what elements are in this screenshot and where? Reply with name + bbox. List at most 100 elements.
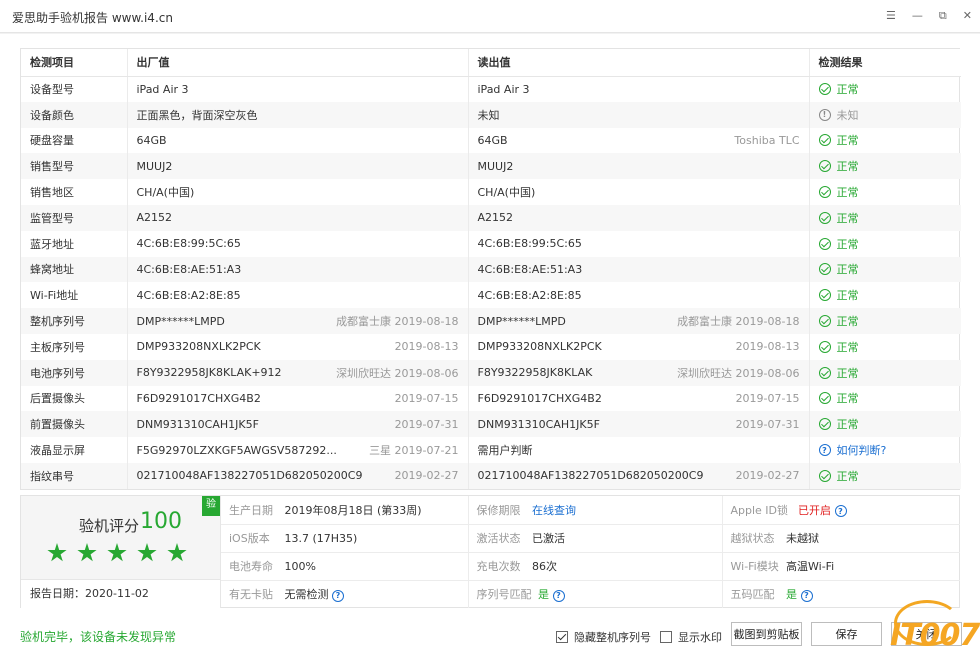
- device-info-table: 生产日期 2019年08月18日 (第33周) 保修期限 在线查询 Apple …: [221, 496, 960, 608]
- info-key: 电池寿命: [229, 560, 273, 573]
- table-row: 销售地区 CH/A(中国) CH/A(中国) 正常: [21, 179, 961, 205]
- cell-factory-sub: 深圳欣旺达 2019-08-06: [336, 366, 459, 380]
- save-button[interactable]: 保存: [811, 622, 882, 646]
- cell-item: 设备颜色: [21, 101, 128, 128]
- cell-read-sub: 2019-08-13: [735, 340, 800, 354]
- cell-read: 需用户判断: [477, 444, 533, 458]
- cell-item: 销售地区: [21, 179, 128, 205]
- cell-factory: 4C:6B:E8:99:5C:65: [136, 237, 241, 251]
- cell-factory: 64GB: [136, 133, 167, 147]
- star-icon: [107, 543, 127, 562]
- cell-read: 4C:6B:E8:A2:8E:85: [477, 288, 582, 302]
- cell-factory: 4C:6B:E8:AE:51:A3: [136, 262, 242, 276]
- restore-icon[interactable]: ⧉: [939, 9, 947, 23]
- table-header-row: 检测项目 出厂值 读出值 检测结果: [21, 49, 961, 77]
- question-circle-icon[interactable]: ?: [818, 444, 831, 457]
- info-key: Apple ID锁: [730, 503, 789, 517]
- table-row: 液晶显示屏 F5G92970LZXKGF5AWGSV587292... 三星 201…: [21, 437, 961, 463]
- cell-read-sub: 2019-02-27: [735, 469, 800, 483]
- cell-read: DNM931310CAH1JK5F: [477, 417, 600, 431]
- info-key: 五码匹配: [730, 588, 775, 602]
- result-message: 验机完毕，该设备未发现异常: [20, 630, 177, 644]
- cell-factory: MUUJ2: [136, 159, 173, 173]
- jailbreak-status: 未越狱: [786, 532, 819, 545]
- cell-item: 整机序列号: [21, 308, 128, 334]
- check-circle-icon: [818, 263, 831, 276]
- info-row: 电池寿命 100% 充电次数 86次 Wi-Fi模块 高温Wi-Fi: [221, 552, 960, 581]
- cell-result: 正常: [836, 340, 859, 354]
- cell-factory: DNM931310CAH1JK5F: [136, 417, 259, 431]
- cell-read-sub: 成都富士康 2019-08-18: [677, 315, 800, 329]
- cell-result: 正常: [836, 263, 859, 277]
- cell-factory: F6D9291017CHXG4B2: [136, 391, 261, 405]
- cell-read: 64GB: [477, 133, 508, 147]
- help-icon[interactable]: ?: [332, 589, 344, 602]
- cell-result: 正常: [836, 237, 859, 251]
- help-icon[interactable]: ?: [834, 505, 847, 518]
- cell-item: 前置摄像头: [21, 411, 128, 438]
- cell-item: 电池序列号: [21, 359, 128, 386]
- score-label: 验机评分: [79, 517, 140, 535]
- cell-factory: 4C:6B:E8:A2:8E:85: [136, 288, 241, 302]
- checkbox-checked-icon[interactable]: [556, 631, 568, 643]
- table-row: 主板序列号 DMP933208NXLK2PCK 2019-08-13 DMP93320…: [21, 333, 961, 360]
- hide-serial-label: 隐藏整机序列号: [574, 631, 651, 644]
- cell-item: 液晶显示屏: [21, 437, 128, 463]
- score-box: 验机评分 100 验: [21, 496, 221, 580]
- watermark-checkbox[interactable]: 显示水印: [660, 629, 722, 645]
- cell-read: 4C:6B:E8:99:5C:65: [477, 237, 582, 251]
- help-icon[interactable]: ?: [800, 589, 813, 602]
- minimize-icon[interactable]: —: [912, 9, 923, 23]
- check-circle-icon: [818, 392, 831, 405]
- cell-read: F6D9291017CHXG4B2: [477, 391, 602, 405]
- info-key: 有无卡贴: [229, 588, 273, 602]
- table-row: 监管型号 A2152 A2152 正常: [21, 204, 961, 231]
- cell-factory-sub: 成都富士康 2019-08-18: [336, 315, 459, 329]
- cell-read-sub: 深圳欣旺达 2019-08-06: [677, 366, 800, 380]
- fivecode-match: 是: [786, 588, 797, 602]
- summary-panel: 验机评分 100 验 报告日期：2020-11-02 生产日期 2019年08月…: [20, 495, 960, 608]
- cell-factory-sub: 2019-08-13: [394, 340, 459, 354]
- cell-result: 正常: [836, 315, 859, 329]
- cell-factory-sub: 三星 2019-07-21: [369, 444, 459, 458]
- screenshot-button[interactable]: 截图到剪贴板: [731, 622, 802, 646]
- close-icon[interactable]: ✕: [963, 9, 972, 23]
- checkbox-icon[interactable]: [660, 631, 672, 643]
- cell-item: 设备型号: [21, 76, 128, 102]
- check-circle-icon: [818, 186, 831, 199]
- table-row: 设备颜色 正面黑色，背面深空灰色 未知! 未知: [21, 101, 961, 128]
- cell-read: DMP******LMPD: [477, 314, 566, 328]
- cell-result[interactable]: 如何判断?: [837, 442, 887, 458]
- cell-factory: iPad Air 3: [136, 82, 189, 96]
- help-icon[interactable]: ?: [552, 589, 565, 602]
- hide-serial-checkbox[interactable]: 隐藏整机序列号: [556, 629, 651, 645]
- info-key: 生产日期: [229, 503, 273, 517]
- check-circle-icon: [818, 418, 831, 431]
- cell-result: 正常: [836, 83, 859, 97]
- info-key: Wi-Fi模块: [730, 560, 779, 573]
- cell-factory-sub: 2019-07-15: [394, 391, 459, 405]
- warranty-link[interactable]: 在线查询: [532, 504, 576, 517]
- table-row: 销售型号 MUUJ2 MUUJ2 正常: [21, 153, 961, 180]
- cell-factory-sub: 2019-02-27: [394, 469, 459, 483]
- cell-read: iPad Air 3: [477, 82, 530, 96]
- header-factory: 出厂值: [127, 49, 469, 77]
- cell-result: 正常: [836, 186, 859, 200]
- cell-item: 主板序列号: [21, 333, 128, 360]
- cell-read-sub: Toshiba TLC: [734, 133, 800, 147]
- logo-text: IT007: [890, 618, 980, 653]
- info-row: iOS版本 13.7 (17H35) 激活状态 已激活 越狱状态 未越狱: [221, 524, 960, 553]
- rating-stars: [47, 543, 187, 563]
- serial-match: 是: [538, 588, 549, 602]
- star-icon: [137, 543, 157, 562]
- cell-read-sub: 2019-07-15: [735, 391, 800, 405]
- menu-icon[interactable]: ☰: [886, 9, 896, 23]
- check-circle-icon: [818, 237, 831, 250]
- info-key: iOS版本: [229, 532, 270, 545]
- report-content: 检测项目 出厂值 读出值 检测结果 设备型号 iPad Air 3 iPad Air…: [0, 34, 980, 668]
- cell-read: 未知: [477, 108, 500, 122]
- check-table-body: 设备型号 iPad Air 3 iPad Air 3 正常 设备颜色 正面黑色，背面深空灰…: [21, 76, 961, 489]
- sim-sticker: 无需检测: [284, 588, 329, 602]
- watermark-label: 显示水印: [678, 631, 722, 644]
- report-date: 报告日期：2020-11-02: [21, 580, 221, 608]
